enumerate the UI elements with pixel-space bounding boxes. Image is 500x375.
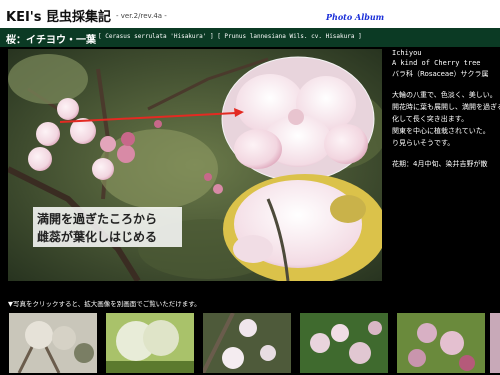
thumbnail-2-image bbox=[106, 313, 194, 373]
name-jp-romaji: Ichiyou bbox=[392, 49, 422, 57]
page-title: 桜：イチヨウ・一葉 bbox=[6, 35, 96, 46]
thumbnail-6-image bbox=[490, 313, 500, 373]
site-version: - ver.2/rev.4a - bbox=[116, 12, 167, 20]
family-name: バラ科（Rosaceae）サクラ属 bbox=[392, 70, 489, 78]
thumbnail-5-image bbox=[397, 313, 485, 373]
site-header: KEI's 昆虫採集記 - ver.2/rev.4a - Photo Album bbox=[0, 0, 500, 28]
site-logo[interactable]: KEI's 昆虫採集記 bbox=[6, 6, 111, 25]
thumbnail-5[interactable] bbox=[397, 313, 485, 373]
info-panel: Ichiyou A kind of Cherry tree バラ科（Rosace… bbox=[392, 49, 500, 281]
scientific-name: [ Cerasus serrulata 'Hisakura' ] [ Prunu… bbox=[98, 33, 362, 40]
gallery-notice: ▼写真をクリックすると、拡大画像を別画面でご覧いただけます。 bbox=[8, 300, 201, 308]
thumbnail-3-image bbox=[203, 313, 291, 373]
photo-album-link[interactable]: Photo Album bbox=[326, 12, 384, 22]
main-photo[interactable]: 満開を過ぎたころから 雌蕊が葉化しはじめる bbox=[8, 49, 382, 281]
bloom-period: 花期：4月中旬、染井吉野が散 bbox=[392, 160, 488, 168]
title-bar: 桜：イチヨウ・一葉 [ Cerasus serrulata 'Hisakura'… bbox=[0, 28, 500, 47]
description-line-1: 大輪の八重で、色淡く、美しい。 bbox=[392, 91, 497, 99]
photo-caption: 満開を過ぎたころから 雌蕊が葉化しはじめる bbox=[33, 207, 182, 247]
description-line-5: り見らいそうです。 bbox=[392, 139, 455, 147]
thumbnail-3[interactable] bbox=[203, 313, 291, 373]
name-english: A kind of Cherry tree bbox=[392, 59, 481, 67]
thumbnail-2[interactable] bbox=[106, 313, 194, 373]
thumbnail-1[interactable] bbox=[9, 313, 97, 373]
caption-line-2: 雌蕊が葉化しはじめる bbox=[37, 230, 158, 244]
description-line-4: 関東を中心に植栽されていた。 bbox=[392, 127, 490, 135]
thumbnail-1-image bbox=[9, 313, 97, 373]
thumbnail-6-partial[interactable] bbox=[490, 313, 500, 373]
description-line-2: 開花時に葉も展開し、満開を過ぎると bbox=[392, 103, 500, 111]
caption-line-1: 満開を過ぎたころから bbox=[37, 212, 158, 226]
thumbnail-4[interactable] bbox=[300, 313, 388, 373]
thumbnail-4-image bbox=[300, 313, 388, 373]
description-line-3: 化して長く突き出ます。 bbox=[392, 115, 469, 123]
